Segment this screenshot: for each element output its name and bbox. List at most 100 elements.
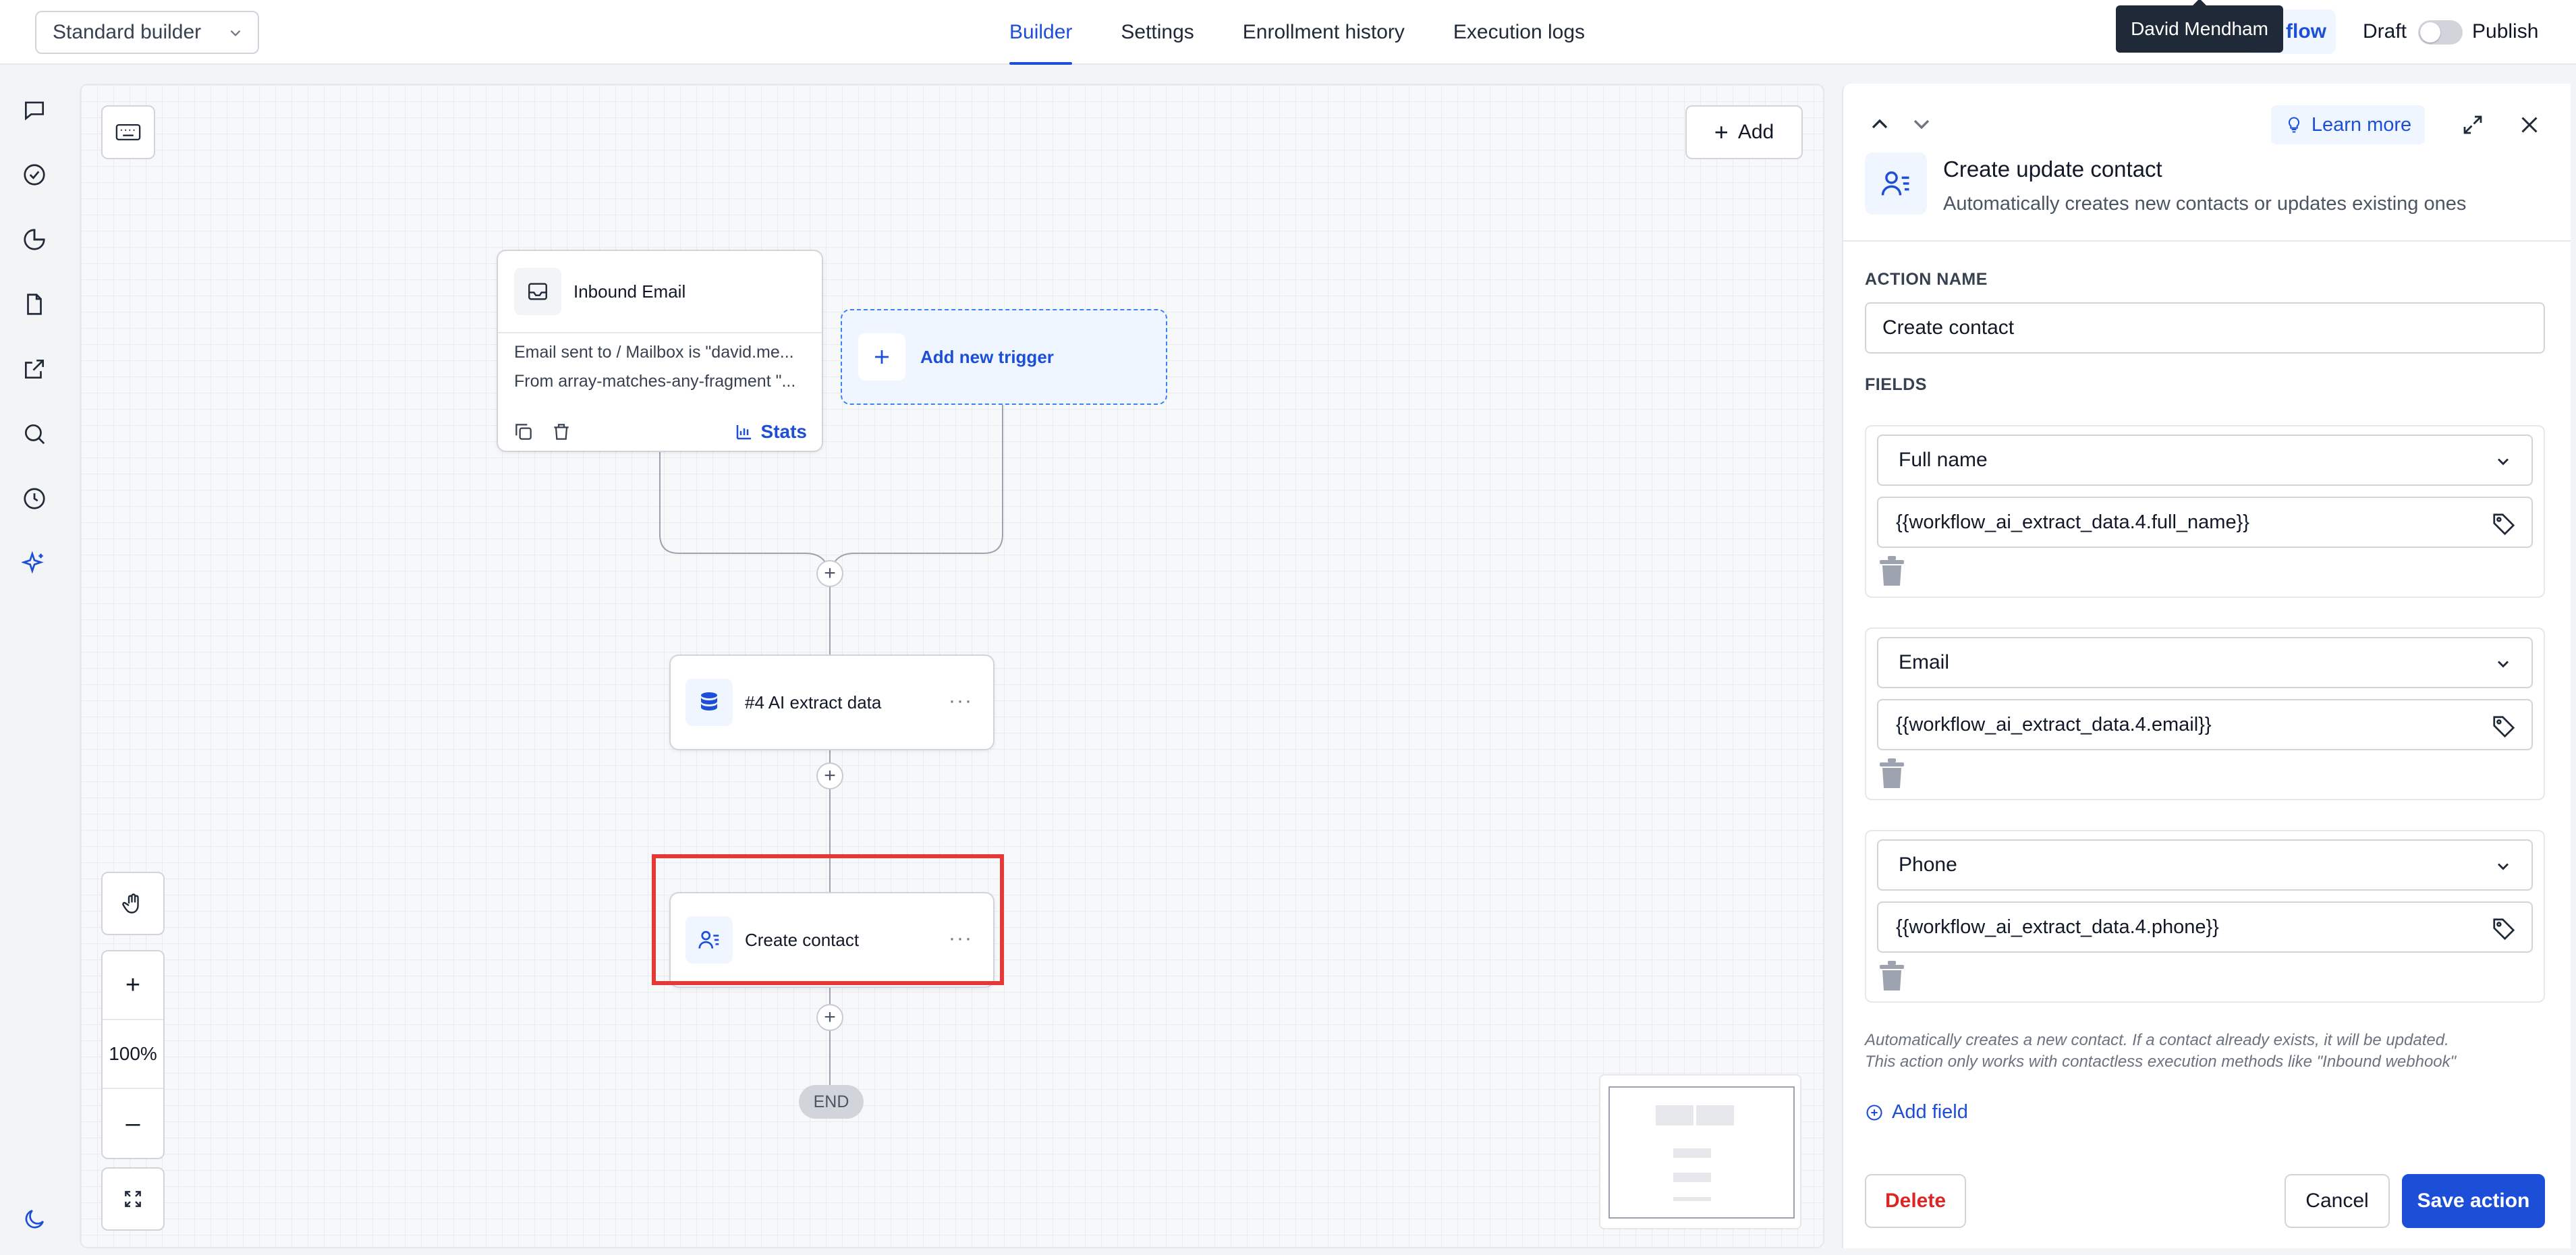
field-select-value: Full name	[1899, 449, 1988, 471]
document-icon[interactable]	[20, 290, 49, 318]
end-marker: END	[799, 1085, 864, 1119]
moon-icon[interactable]	[20, 1205, 49, 1233]
trash-icon[interactable]	[1878, 556, 1905, 586]
builder-type-select[interactable]: Standard builder	[35, 11, 259, 54]
plus-icon: +	[1714, 118, 1729, 146]
keyboard-shortcuts-button[interactable]	[101, 105, 155, 159]
stats-button[interactable]: Stats	[734, 421, 807, 443]
trigger-condition-1: Email sent to / Mailbox is "david.me...	[514, 343, 794, 362]
more-options-icon[interactable]: ···	[949, 690, 973, 713]
field-value-text: {{workflow_ai_extract_data.4.full_name}}	[1896, 511, 2249, 533]
clock-icon[interactable]	[20, 484, 49, 513]
trash-icon[interactable]	[1878, 961, 1905, 991]
insert-step-button[interactable]: +	[816, 560, 843, 587]
zoom-level: 100%	[103, 1020, 163, 1089]
add-node-button[interactable]: + Add	[1685, 105, 1803, 159]
field-value-input[interactable]: {{workflow_ai_extract_data.4.phone}}	[1877, 901, 2533, 953]
field-select[interactable]: Email	[1877, 637, 2533, 688]
search-icon[interactable]	[20, 420, 49, 448]
more-options-icon[interactable]: ···	[949, 927, 973, 950]
help-note: Automatically creates a new contact. If …	[1865, 1030, 2553, 1073]
field-value-text: {{workflow_ai_extract_data.4.email}}	[1896, 713, 2212, 735]
publish-label: Publish	[2472, 20, 2539, 43]
help-note-line: This action only works with contactless …	[1865, 1053, 2457, 1071]
cancel-button[interactable]: Cancel	[2285, 1174, 2390, 1228]
add-field-label: Add field	[1892, 1101, 1968, 1123]
tab-settings[interactable]: Settings	[1096, 0, 1218, 65]
zoom-controls: + 100% –	[101, 950, 165, 1159]
save-action-button[interactable]: Save action	[2402, 1174, 2545, 1228]
trigger-footer: Stats	[498, 413, 822, 451]
plus-circle-icon	[1866, 1104, 1882, 1121]
draft-label: Draft	[2363, 20, 2407, 43]
insert-step-button[interactable]: +	[816, 1004, 843, 1031]
tab-builder[interactable]: Builder	[985, 0, 1096, 65]
tab-execution-logs[interactable]: Execution logs	[1429, 0, 1609, 65]
trigger-node[interactable]: Inbound Email Email sent to / Mailbox is…	[497, 250, 823, 452]
user-tooltip: David Mendham	[2116, 0, 2283, 53]
check-circle-icon[interactable]	[20, 161, 49, 189]
add-trigger-label: Add new trigger	[920, 346, 1054, 367]
trigger-condition-2: From array-matches-any-fragment "...	[514, 372, 796, 391]
tag-icon[interactable]	[2491, 511, 2517, 537]
chevron-up-icon[interactable]	[1866, 111, 1893, 138]
copy-icon[interactable]	[513, 421, 534, 443]
trash-icon[interactable]	[1878, 758, 1905, 788]
insert-step-button[interactable]: +	[816, 762, 843, 789]
trigger-header: Inbound Email	[498, 251, 822, 333]
action-name-input[interactable]: Create contact	[1865, 302, 2545, 354]
chevron-down-icon	[2498, 661, 2509, 668]
left-nav	[0, 65, 70, 1255]
pie-chart-icon[interactable]	[20, 225, 49, 254]
chat-icon[interactable]	[20, 96, 49, 124]
builder-type-label: Standard builder	[53, 21, 202, 43]
trigger-title: Inbound Email	[573, 281, 686, 302]
node-title: #4 AI extract data	[745, 692, 882, 713]
action-name-label: ACTION NAME	[1865, 270, 1988, 289]
tab-enrollment-history[interactable]: Enrollment history	[1219, 0, 1429, 65]
field-mapping-card: Email {{workflow_ai_extract_data.4.email…	[1865, 628, 2545, 800]
fit-screen-icon	[125, 1191, 141, 1207]
learn-more-button[interactable]: Learn more	[2271, 105, 2425, 144]
database-icon	[685, 679, 733, 726]
add-trigger-button[interactable]: Add new trigger	[841, 309, 1167, 405]
ai-extract-node[interactable]: #4 AI extract data ···	[669, 654, 995, 750]
tag-icon[interactable]	[2491, 714, 2517, 740]
inbox-icon	[514, 268, 561, 315]
add-label: Add	[1737, 121, 1774, 143]
trash-icon[interactable]	[551, 421, 572, 443]
publish-toggle[interactable]	[2418, 20, 2463, 45]
lightbulb-icon	[2288, 117, 2299, 133]
minimap[interactable]	[1599, 1074, 1801, 1229]
add-field-button[interactable]: Add field	[1865, 1101, 1968, 1123]
zoom-in-button[interactable]: +	[103, 951, 163, 1020]
close-icon[interactable]	[2514, 109, 2545, 140]
user-list-icon	[685, 916, 733, 964]
zoom-out-button[interactable]: –	[103, 1089, 163, 1158]
pan-tool-button[interactable]	[101, 872, 165, 935]
field-value-input[interactable]: {{workflow_ai_extract_data.4.email}}	[1877, 699, 2533, 750]
expand-icon[interactable]	[2457, 109, 2488, 140]
hand-icon	[122, 893, 139, 914]
field-select[interactable]: Phone	[1877, 839, 2533, 891]
learn-more-label: Learn more	[2311, 113, 2412, 136]
keyboard-icon	[115, 123, 141, 141]
external-link-icon[interactable]	[20, 355, 49, 383]
create-contact-node[interactable]: Create contact ···	[669, 892, 995, 988]
minimap-viewport	[1608, 1086, 1795, 1219]
fit-view-button[interactable]	[101, 1167, 165, 1231]
minimap-node	[1656, 1105, 1693, 1125]
field-select[interactable]: Full name	[1877, 435, 2533, 486]
field-select-value: Email	[1899, 651, 1950, 673]
bar-chart-icon	[736, 425, 751, 440]
field-value-input[interactable]: {{workflow_ai_extract_data.4.full_name}}	[1877, 497, 2533, 548]
stats-label: Stats	[760, 421, 807, 442]
sparkles-icon[interactable]	[20, 549, 49, 578]
workflow-canvas[interactable]: + Add Inbound Email Email sent to / Mail…	[80, 84, 1824, 1248]
panel-title: Create update contact	[1943, 157, 2162, 182]
chevron-down-icon[interactable]	[1908, 111, 1935, 138]
delete-button[interactable]: Delete	[1865, 1174, 1966, 1228]
tag-icon[interactable]	[2491, 916, 2517, 942]
fields-label: FIELDS	[1865, 375, 1927, 394]
plus-icon	[858, 333, 905, 381]
